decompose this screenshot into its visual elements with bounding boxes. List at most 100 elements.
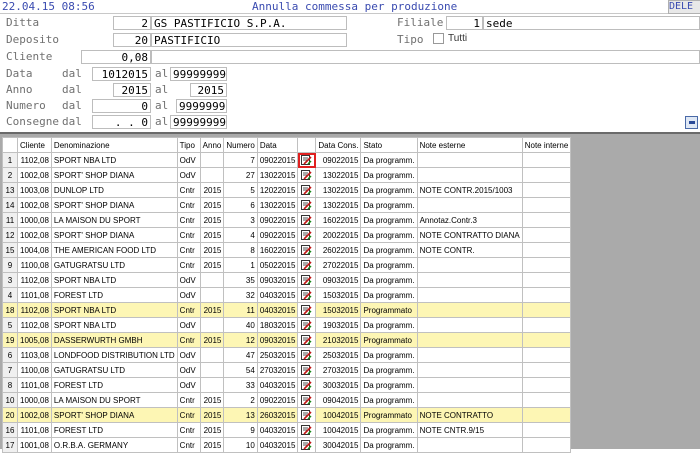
filiale-code-field[interactable]: 1 bbox=[446, 16, 483, 30]
table-row[interactable]: 15 1004,08 THE AMERICAN FOOD LTD Cntr 2015 8 1… bbox=[2, 242, 572, 258]
col-stato-header[interactable]: Stato bbox=[360, 137, 418, 153]
document-cancel-icon[interactable] bbox=[301, 365, 312, 376]
note-esterne-cell bbox=[416, 392, 523, 408]
table-row[interactable]: 1 1102,08 SPORT NBA LTD OdV 7 09022015 0902201… bbox=[2, 152, 572, 168]
denominazione-cell: SPORT' SHOP DIANA bbox=[50, 197, 178, 213]
cancel-order-icon[interactable] bbox=[297, 332, 317, 348]
document-cancel-icon[interactable] bbox=[301, 380, 312, 391]
document-cancel-icon[interactable] bbox=[301, 395, 312, 406]
tipo-tutti-checkbox[interactable] bbox=[433, 33, 444, 44]
export-icon[interactable] bbox=[685, 116, 698, 129]
table-row[interactable]: 2 1002,08 SPORT' SHOP DIANA OdV 27 13022015 13… bbox=[2, 167, 572, 183]
cancel-order-icon[interactable] bbox=[297, 167, 317, 183]
cancel-order-icon[interactable] bbox=[297, 377, 317, 393]
consegne-to-field[interactable]: 99999999 bbox=[170, 115, 227, 129]
document-cancel-icon[interactable] bbox=[301, 245, 312, 256]
table-row[interactable]: 14 1002,08 SPORT' SHOP DIANA Cntr 2015 6 13022… bbox=[2, 197, 572, 213]
cliente-cell: 1102,08 bbox=[17, 272, 52, 288]
cancel-order-icon[interactable] bbox=[297, 182, 317, 198]
document-cancel-icon[interactable] bbox=[301, 200, 312, 211]
data-cell: 05022015 bbox=[256, 257, 299, 273]
anno-cell bbox=[199, 362, 225, 378]
cancel-order-icon[interactable] bbox=[297, 317, 317, 333]
table-row[interactable]: 5 1102,08 SPORT NBA LTD OdV 40 18032015 190320… bbox=[2, 317, 572, 333]
data-cell: 09022015 bbox=[256, 392, 299, 408]
cancel-order-icon[interactable] bbox=[297, 212, 317, 228]
cliente-code-field[interactable]: 0,08 bbox=[81, 50, 151, 64]
table-row[interactable]: 18 1102,08 SPORT NBA LTD Cntr 2015 11 04032015… bbox=[2, 302, 572, 318]
cliente-cell: 1101,08 bbox=[17, 422, 52, 438]
table-row[interactable]: 9 1100,08 GATUGRATSU LTD Cntr 2015 1 05022015 2… bbox=[2, 257, 572, 273]
cancel-order-icon[interactable] bbox=[297, 242, 317, 258]
data-from-field[interactable]: 1012015 bbox=[92, 67, 151, 81]
cancel-order-icon[interactable] bbox=[297, 422, 317, 438]
document-cancel-icon[interactable] bbox=[301, 170, 312, 181]
cancel-order-icon[interactable] bbox=[297, 197, 317, 213]
anno-from-field[interactable]: 2015 bbox=[113, 83, 151, 97]
cancel-order-icon[interactable] bbox=[297, 347, 317, 363]
data-cell: 04032015 bbox=[256, 287, 299, 303]
col-data-cons-header[interactable]: Data Cons. bbox=[315, 137, 362, 153]
document-cancel-icon[interactable] bbox=[301, 410, 312, 421]
numero-to-field[interactable]: 9999999 bbox=[176, 99, 227, 113]
ditta-code-field[interactable]: 2 bbox=[113, 16, 151, 30]
table-row[interactable]: 13 1003,08 DUNLOP LTD Cntr 2015 5 12022015 1302… bbox=[2, 182, 572, 198]
table-row[interactable]: 17 1001,08 O.R.B.A. GERMANY Cntr 2015 10 04032… bbox=[2, 437, 572, 453]
anno-to-field[interactable]: 2015 bbox=[190, 83, 227, 97]
cancel-order-icon[interactable] bbox=[297, 152, 317, 168]
cancel-order-icon[interactable] bbox=[297, 437, 317, 453]
document-cancel-icon[interactable] bbox=[301, 275, 312, 286]
cancel-order-icon[interactable] bbox=[297, 362, 317, 378]
table-row[interactable]: 4 1101,08 FOREST LTD OdV 32 04032015 15032015 D… bbox=[2, 287, 572, 303]
tipo-cell: OdV bbox=[176, 167, 201, 183]
document-cancel-icon[interactable] bbox=[301, 155, 312, 166]
document-cancel-icon[interactable] bbox=[301, 260, 312, 271]
table-row[interactable]: 12 1002,08 SPORT' SHOP DIANA Cntr 2015 4 09022… bbox=[2, 227, 572, 243]
document-cancel-icon[interactable] bbox=[301, 335, 312, 346]
document-cancel-icon[interactable] bbox=[301, 350, 312, 361]
col-numero-header[interactable]: Numero bbox=[223, 137, 258, 153]
document-cancel-icon[interactable] bbox=[301, 215, 312, 226]
table-row[interactable]: 10 1000,08 LA MAISON DU SPORT Cntr 2015 2 0902… bbox=[2, 392, 572, 408]
cancel-order-icon[interactable] bbox=[297, 287, 317, 303]
cliente-cell: 1000,08 bbox=[17, 212, 52, 228]
col-cliente-header[interactable]: Cliente bbox=[17, 137, 52, 153]
stato-cell: Programmato bbox=[360, 302, 418, 318]
table-row[interactable]: 7 1100,08 GATUGRATSU LTD OdV 54 27032015 27032… bbox=[2, 362, 572, 378]
table-row[interactable]: 19 1005,08 DASSERWURTH GMBH Cntr 2015 12 09032… bbox=[2, 332, 572, 348]
consegne-from-field[interactable]: . . 0 bbox=[92, 115, 151, 129]
document-cancel-icon[interactable] bbox=[301, 425, 312, 436]
col-tipo-header[interactable]: Tipo bbox=[176, 137, 201, 153]
col-denominazione-header[interactable]: Denominazione bbox=[50, 137, 178, 153]
data-cons-cell: 26022015 bbox=[315, 242, 362, 258]
document-cancel-icon[interactable] bbox=[301, 305, 312, 316]
cliente-cell: 1001,08 bbox=[17, 437, 52, 453]
data-to-field[interactable]: 99999999 bbox=[170, 67, 227, 81]
cancel-order-icon[interactable] bbox=[297, 227, 317, 243]
denominazione-cell: O.R.B.A. GERMANY bbox=[50, 437, 178, 453]
col-data-header[interactable]: Data bbox=[256, 137, 299, 153]
col-note-esterne-header[interactable]: Note esterne bbox=[416, 137, 523, 153]
document-cancel-icon[interactable] bbox=[301, 290, 312, 301]
anno-cell: 2015 bbox=[199, 437, 225, 453]
deposito-code-field[interactable]: 20 bbox=[113, 33, 151, 47]
table-row[interactable]: 3 1102,08 SPORT NBA LTD OdV 35 09032015 090320… bbox=[2, 272, 572, 288]
data-cell: 04032015 bbox=[256, 377, 299, 393]
table-row[interactable]: 16 1101,08 FOREST LTD Cntr 2015 9 04032015 1004… bbox=[2, 422, 572, 438]
col-note-interne-header[interactable]: Note interne bbox=[521, 137, 572, 153]
document-cancel-icon[interactable] bbox=[301, 185, 312, 196]
table-row[interactable]: 8 1101,08 FOREST LTD OdV 33 04032015 30032015 D… bbox=[2, 377, 572, 393]
col-anno-header[interactable]: Anno bbox=[199, 137, 225, 153]
table-row[interactable]: 11 1000,08 LA MAISON DU SPORT Cntr 2015 3 0902… bbox=[2, 212, 572, 228]
cancel-order-icon[interactable] bbox=[297, 257, 317, 273]
document-cancel-icon[interactable] bbox=[301, 320, 312, 331]
numero-from-field[interactable]: 0 bbox=[92, 99, 151, 113]
cancel-order-icon[interactable] bbox=[297, 302, 317, 318]
cancel-order-icon[interactable] bbox=[297, 407, 317, 423]
cancel-order-icon[interactable] bbox=[297, 272, 317, 288]
document-cancel-icon[interactable] bbox=[301, 230, 312, 241]
table-row[interactable]: 20 1002,08 SPORT' SHOP DIANA Cntr 2015 13 2603… bbox=[2, 407, 572, 423]
row-number: 17 bbox=[2, 437, 18, 453]
table-row[interactable]: 6 1103,08 LONDFOOD DISTRIBUTION LTD OdV 47 25… bbox=[2, 347, 572, 363]
cancel-order-icon[interactable] bbox=[297, 392, 317, 408]
